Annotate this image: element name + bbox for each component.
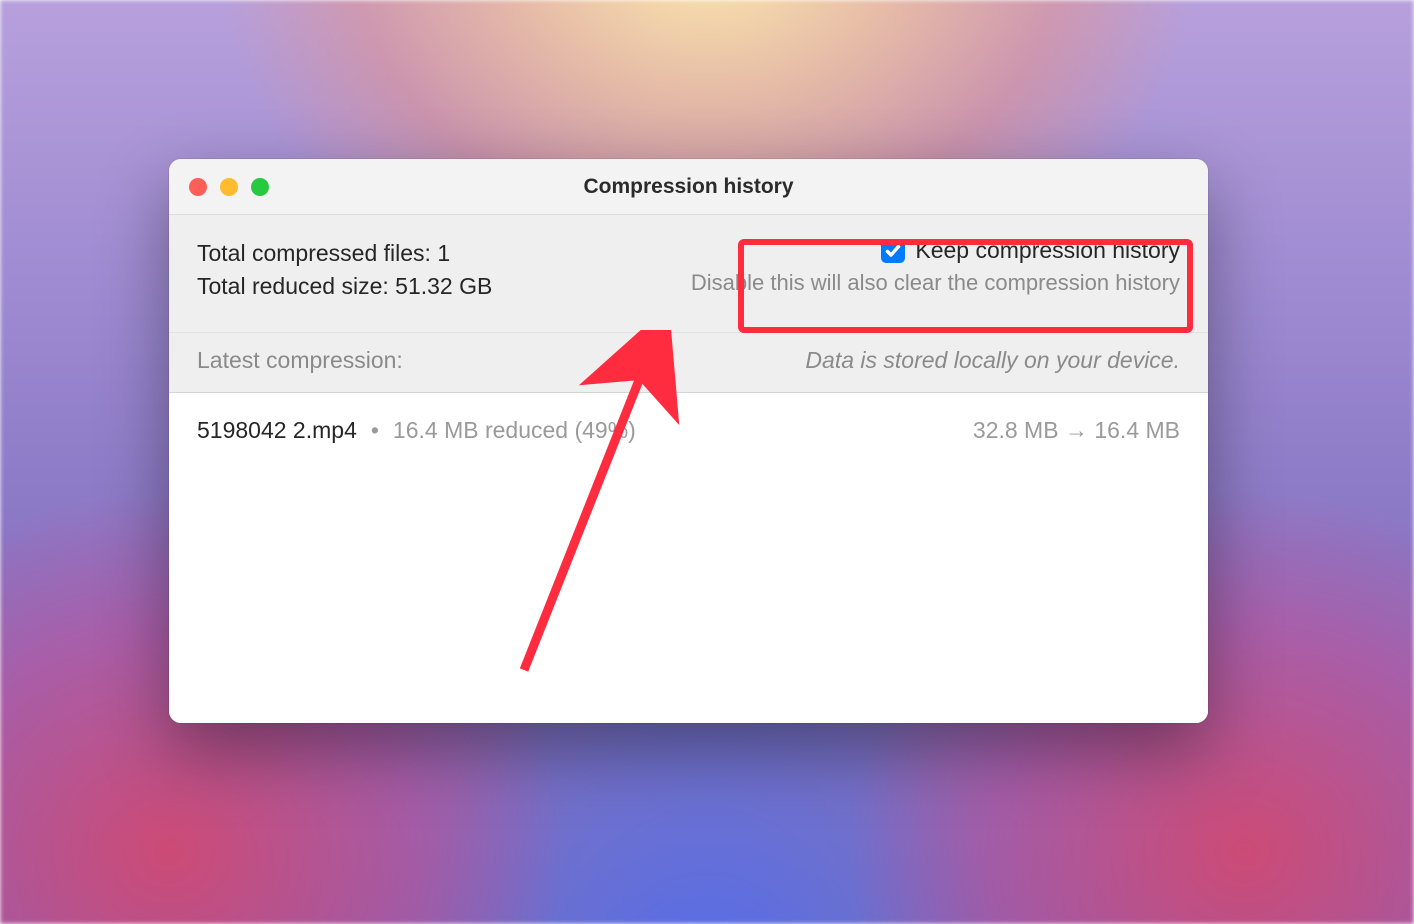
list-item-sizes: 32.8 MB → 16.4 MB <box>973 417 1180 444</box>
minimize-window-button[interactable] <box>220 178 238 196</box>
check-icon <box>885 243 901 259</box>
compression-history-window: Compression history Total compressed fil… <box>169 159 1208 723</box>
total-files-label: Total compressed files: 1 <box>197 237 492 270</box>
keep-history-row: Keep compression history <box>881 237 1180 264</box>
close-window-button[interactable] <box>189 178 207 196</box>
list-item-filename: 5198042 2.mp4 <box>197 417 357 444</box>
maximize-window-button[interactable] <box>251 178 269 196</box>
list-item[interactable]: 5198042 2.mp4 • 16.4 MB reduced (49%) 32… <box>169 393 1208 468</box>
keep-history-label: Keep compression history <box>915 237 1180 264</box>
keep-history-checkbox[interactable] <box>881 239 905 263</box>
latest-compression-label: Latest compression: <box>197 347 403 374</box>
keep-history-hint: Disable this will also clear the compres… <box>691 270 1180 296</box>
subheader: Latest compression: Data is stored local… <box>169 333 1208 393</box>
list-item-left: 5198042 2.mp4 • 16.4 MB reduced (49%) <box>197 417 636 444</box>
info-section: Total compressed files: 1 Total reduced … <box>169 215 1208 333</box>
separator-dot: • <box>371 417 379 444</box>
total-reduced-label: Total reduced size: 51.32 GB <box>197 270 492 303</box>
local-storage-note: Data is stored locally on your device. <box>805 347 1180 374</box>
window-title: Compression history <box>169 175 1208 199</box>
keep-history-block: Keep compression history Disable this wi… <box>691 237 1180 296</box>
window-titlebar: Compression history <box>169 159 1208 215</box>
traffic-lights <box>189 178 269 196</box>
totals-block: Total compressed files: 1 Total reduced … <box>197 237 492 304</box>
compression-list: 5198042 2.mp4 • 16.4 MB reduced (49%) 32… <box>169 393 1208 723</box>
list-item-reduced: 16.4 MB reduced (49%) <box>393 417 636 444</box>
